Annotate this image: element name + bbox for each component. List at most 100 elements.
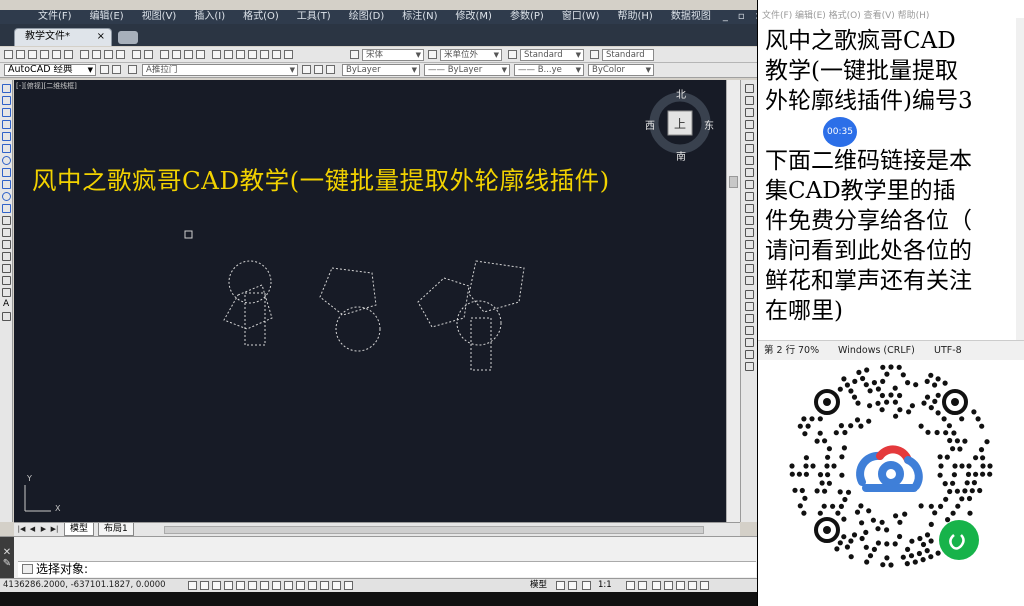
break-icon[interactable] <box>745 228 754 237</box>
drawing-rectangle[interactable] <box>470 317 492 371</box>
table-style-combo[interactable]: Standard ▼ <box>520 49 584 61</box>
table-icon[interactable] <box>2 288 11 297</box>
properties-icon[interactable] <box>212 50 221 59</box>
dim-style-combo[interactable]: 米单位外 ▼ <box>440 49 502 61</box>
pan-icon[interactable] <box>160 50 169 59</box>
layer-manager-icon[interactable] <box>128 65 137 74</box>
annotation-visibility-icon[interactable] <box>626 581 635 590</box>
sheet-set-icon[interactable] <box>248 50 257 59</box>
drawing-pentagon[interactable] <box>319 267 377 316</box>
ducs-icon[interactable] <box>284 581 293 590</box>
menu-view[interactable]: 视图(V) <box>134 10 185 24</box>
preview-icon[interactable] <box>52 50 61 59</box>
undo-icon[interactable] <box>132 50 141 59</box>
menu-modify[interactable]: 修改(M) <box>448 10 500 24</box>
make-current-icon[interactable] <box>302 65 311 74</box>
zoom-previous-icon[interactable] <box>196 50 205 59</box>
zoom-window-icon[interactable] <box>184 50 193 59</box>
extend-icon[interactable] <box>745 204 754 213</box>
offset-icon[interactable] <box>745 120 754 129</box>
ortho-icon[interactable] <box>224 581 233 590</box>
match-properties-icon[interactable] <box>116 50 125 59</box>
coordinates-readout[interactable]: 4136286.2000, -637101.1827, 0.0000 <box>3 579 166 592</box>
viewcube-east-label[interactable]: 东 <box>704 117 714 132</box>
notepad-text-area[interactable]: 风中之歌疯哥CAD 教学(一键批量提取 外轮廓线插件)编号3 下面二维码链接是本… <box>765 26 1013 326</box>
save-icon[interactable] <box>28 50 37 59</box>
print-icon[interactable] <box>40 50 49 59</box>
lineweight-icon[interactable] <box>308 581 317 590</box>
snap-quadrant-icon[interactable] <box>745 350 754 359</box>
mirror-icon[interactable] <box>745 108 754 117</box>
line-icon[interactable] <box>2 84 11 93</box>
workspace-switch-icon[interactable] <box>652 581 661 590</box>
document-tab[interactable]: 教学文件* × <box>14 28 112 46</box>
point-icon[interactable] <box>2 240 11 249</box>
scrollbar-thumb[interactable] <box>729 176 738 188</box>
make-block-icon[interactable] <box>2 228 11 237</box>
move-icon[interactable] <box>745 144 754 153</box>
polygon-icon[interactable] <box>2 120 11 129</box>
quick-view-drawings-icon[interactable] <box>568 581 577 590</box>
menu-dimension[interactable]: 标注(N) <box>394 10 445 24</box>
3d-osnap-icon[interactable] <box>260 581 269 590</box>
gradient-icon[interactable] <box>2 264 11 273</box>
close-button[interactable]: × <box>753 10 757 24</box>
snap-midpoint-icon[interactable] <box>745 314 754 323</box>
menu-window[interactable]: 窗口(W) <box>554 10 608 24</box>
menu-tools[interactable]: 工具(T) <box>289 10 339 24</box>
revcloud-icon[interactable] <box>2 168 11 177</box>
quick-view-layouts-icon[interactable] <box>556 581 565 590</box>
last-layout-icon[interactable]: ▶| <box>50 525 59 534</box>
viewcube-south-label[interactable]: 南 <box>676 148 686 163</box>
model-space-toggle[interactable]: 模型 <box>530 579 547 592</box>
viewcube-top-face[interactable]: 上 <box>674 115 686 132</box>
notepad-menu[interactable]: 文件(F) 编辑(E) 格式(O) 查看(V) 帮助(H) <box>758 0 1024 22</box>
workspace-combo[interactable]: AutoCAD 经典 ▼ <box>4 64 96 76</box>
gear-icon[interactable] <box>112 65 121 74</box>
markup-icon[interactable] <box>260 50 269 59</box>
menu-insert[interactable]: 插入(I) <box>186 10 233 24</box>
horizontal-scrollbar[interactable] <box>164 526 704 534</box>
insert-block-icon[interactable] <box>2 216 11 225</box>
viewcube-west-label[interactable]: 西 <box>645 117 655 132</box>
stretch-icon[interactable] <box>745 180 754 189</box>
infer-constraints-icon[interactable] <box>188 581 197 590</box>
menu-draw[interactable]: 绘图(D) <box>341 10 393 24</box>
new-tab-button[interactable] <box>118 31 138 44</box>
snap-mode-icon[interactable] <box>200 581 209 590</box>
rotate-icon[interactable] <box>745 156 754 165</box>
xline-icon[interactable] <box>2 96 11 105</box>
viewcube-north-label[interactable]: 北 <box>676 86 686 101</box>
drawing-circle[interactable] <box>228 260 272 304</box>
ellipse-arc-icon[interactable] <box>2 204 11 213</box>
snap-center-icon[interactable] <box>745 338 754 347</box>
workspace-settings-icon[interactable] <box>100 65 109 74</box>
dyn-input-icon[interactable] <box>296 581 305 590</box>
copy-icon[interactable] <box>92 50 101 59</box>
erase-icon[interactable] <box>745 84 754 93</box>
first-layout-icon[interactable]: |◀ <box>17 525 26 534</box>
layer-combo[interactable]: A推拉门 ▼ <box>142 64 298 76</box>
notepad-scrollbar[interactable] <box>1016 18 1024 340</box>
add-selected-icon[interactable] <box>2 312 11 321</box>
restore-button[interactable]: ▫ <box>736 10 747 24</box>
plotstyle-combo[interactable]: ByColor ▼ <box>588 64 654 76</box>
multileader-style-combo[interactable]: Standard <box>602 49 654 61</box>
annotation-scale[interactable]: 1:1 <box>598 579 612 592</box>
object-snap-icon[interactable] <box>745 290 754 299</box>
dim-style-icon[interactable] <box>428 50 437 59</box>
selection-cycling-icon[interactable] <box>344 581 353 590</box>
font-combo[interactable]: 宋体 ▼ <box>362 49 424 61</box>
help-icon[interactable] <box>284 50 293 59</box>
layer-state-icon[interactable] <box>326 65 335 74</box>
menu-dataview[interactable]: 数据视图 <box>663 10 719 24</box>
break-point-icon[interactable] <box>745 216 754 225</box>
drawing-circle[interactable] <box>335 306 381 352</box>
table-style-icon[interactable] <box>508 50 517 59</box>
menu-parameter[interactable]: 参数(P) <box>502 10 552 24</box>
otrack-icon[interactable] <box>272 581 281 590</box>
copy-object-icon[interactable] <box>745 96 754 105</box>
drawing-rectangle[interactable] <box>244 292 266 346</box>
zoom-realtime-icon[interactable] <box>172 50 181 59</box>
osnap-icon[interactable] <box>248 581 257 590</box>
